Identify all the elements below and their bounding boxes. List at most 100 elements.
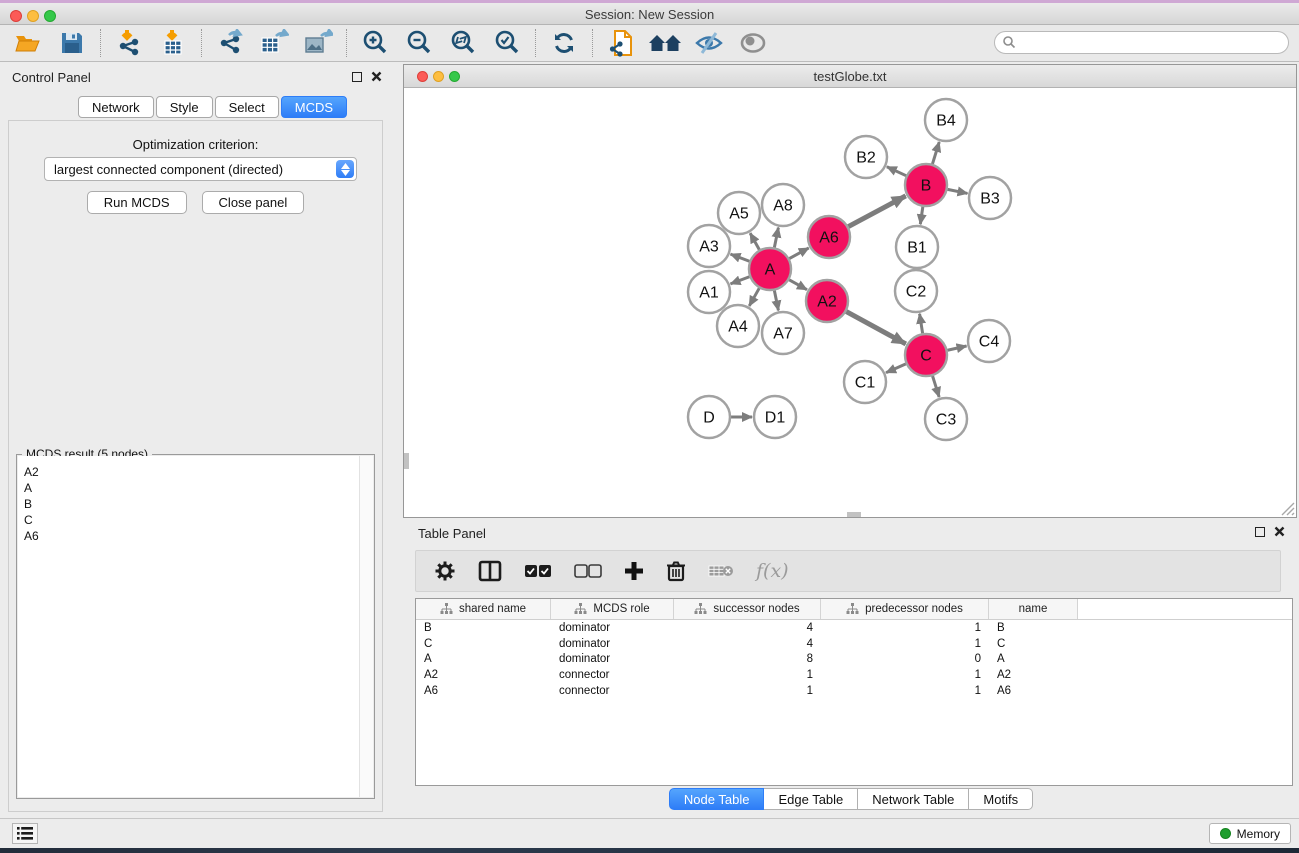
dropdown-stepper-icon[interactable] [336, 160, 354, 178]
cell-name[interactable]: A [989, 653, 1078, 665]
float-panel-icon[interactable] [352, 72, 362, 82]
open-session-icon[interactable] [10, 28, 46, 58]
cell-shared_name[interactable]: A [416, 653, 551, 665]
table-header-row[interactable]: shared nameMCDS rolesuccessor nodesprede… [416, 599, 1292, 620]
cell-name[interactable]: C [989, 638, 1078, 650]
cell-successor_nodes[interactable]: 1 [674, 669, 821, 681]
export-network-icon[interactable] [212, 28, 248, 58]
result-item[interactable]: A [24, 480, 359, 496]
save-session-icon[interactable] [54, 28, 90, 58]
float-table-panel-icon[interactable] [1255, 527, 1265, 537]
cell-mcds_role[interactable]: dominator [551, 638, 674, 650]
cell-name[interactable]: B [989, 622, 1078, 634]
memory-button[interactable]: Memory [1209, 823, 1291, 844]
cell-shared_name[interactable]: A6 [416, 685, 551, 697]
tab-mcds[interactable]: MCDS [281, 96, 347, 118]
function-builder-icon[interactable]: f(x) [756, 560, 789, 582]
cell-shared_name[interactable]: A2 [416, 669, 551, 681]
graph-edge[interactable] [932, 142, 939, 164]
graph-edge[interactable] [789, 280, 807, 290]
optimization-criterion-dropdown[interactable]: largest connected component (directed) [44, 157, 357, 181]
cell-predecessor_nodes[interactable]: 1 [821, 685, 989, 697]
select-all-icon[interactable] [524, 564, 552, 578]
cell-mcds_role[interactable]: connector [551, 685, 674, 697]
gear-icon[interactable] [434, 560, 456, 582]
resize-grip-icon[interactable] [1279, 500, 1295, 516]
hide-eye-icon[interactable] [691, 28, 727, 58]
result-item[interactable]: A6 [24, 528, 359, 544]
refresh-icon[interactable] [546, 28, 582, 58]
cell-name[interactable]: A6 [989, 685, 1078, 697]
graph-edge[interactable] [750, 233, 759, 250]
column-header-MCDS-role[interactable]: MCDS role [551, 599, 674, 619]
network-horizontal-scrollbar[interactable] [847, 512, 861, 517]
tab-network[interactable]: Network [78, 96, 154, 118]
close-panel-button[interactable]: Close panel [202, 191, 305, 214]
column-header-shared-name[interactable]: shared name [416, 599, 551, 619]
export-table-icon[interactable] [256, 28, 292, 58]
cell-successor_nodes[interactable]: 8 [674, 653, 821, 665]
tab-network-table[interactable]: Network Table [858, 788, 969, 810]
result-item[interactable]: C [24, 512, 359, 528]
graph-edge[interactable] [774, 291, 778, 311]
graph-edge[interactable] [887, 167, 906, 176]
tab-select[interactable]: Select [215, 96, 279, 118]
table-row[interactable]: A6connector11A6 [416, 683, 1292, 699]
graph-edge[interactable] [731, 254, 750, 261]
zoom-in-icon[interactable] [357, 28, 393, 58]
table-row[interactable]: Adominator80A [416, 652, 1292, 668]
task-history-button[interactable] [12, 823, 38, 844]
graph-edge[interactable] [920, 314, 923, 334]
tab-node-table[interactable]: Node Table [669, 788, 765, 810]
graph-edge[interactable] [886, 364, 906, 373]
network-canvas[interactable]: B4B2BB3A5A8A6A3B1AC2A1A2A4A7C4CC1DD1C3 [404, 88, 1296, 517]
network-vertical-scrollbar[interactable] [404, 453, 409, 469]
column-header-name[interactable]: name [989, 599, 1078, 619]
tab-motifs[interactable]: Motifs [969, 788, 1033, 810]
search-input[interactable] [994, 31, 1289, 54]
deselect-all-icon[interactable] [574, 564, 602, 578]
cell-mcds_role[interactable]: connector [551, 669, 674, 681]
cell-predecessor_nodes[interactable]: 1 [821, 638, 989, 650]
import-network-icon[interactable] [111, 28, 147, 58]
table-body[interactable]: Bdominator41BCdominator41CAdominator80AA… [416, 620, 1292, 699]
result-scrollbar[interactable] [359, 456, 373, 797]
network-overview-icon[interactable] [603, 28, 639, 58]
result-item[interactable]: B [24, 496, 359, 512]
graph-edge[interactable] [789, 248, 808, 259]
table-row[interactable]: Bdominator41B [416, 620, 1292, 636]
column-view-icon[interactable] [478, 560, 502, 582]
zoom-fit-icon[interactable] [445, 28, 481, 58]
zoom-selected-icon[interactable] [489, 28, 525, 58]
cell-mcds_role[interactable]: dominator [551, 653, 674, 665]
graph-edge[interactable] [749, 288, 759, 306]
import-table-icon[interactable] [155, 28, 191, 58]
node-table[interactable]: shared nameMCDS rolesuccessor nodesprede… [415, 598, 1293, 786]
column-header-predecessor-nodes[interactable]: predecessor nodes [821, 599, 989, 619]
graph-edge[interactable] [846, 312, 905, 344]
show-eye-icon[interactable] [735, 28, 771, 58]
graph-edge[interactable] [774, 228, 778, 248]
table-row[interactable]: Cdominator41C [416, 636, 1292, 652]
result-item[interactable]: A2 [24, 464, 359, 480]
graph-edge[interactable] [848, 196, 905, 227]
cell-successor_nodes[interactable]: 4 [674, 638, 821, 650]
cell-shared_name[interactable]: C [416, 638, 551, 650]
cell-predecessor_nodes[interactable]: 1 [821, 669, 989, 681]
cell-name[interactable]: A2 [989, 669, 1078, 681]
export-image-icon[interactable] [300, 28, 336, 58]
graph-edge[interactable] [920, 207, 923, 224]
delete-table-icon[interactable] [708, 563, 734, 579]
close-table-panel-icon[interactable] [1274, 526, 1285, 537]
cell-shared_name[interactable]: B [416, 622, 551, 634]
cell-successor_nodes[interactable]: 1 [674, 685, 821, 697]
cell-predecessor_nodes[interactable]: 0 [821, 653, 989, 665]
cell-predecessor_nodes[interactable]: 1 [821, 622, 989, 634]
network-window-titlebar[interactable]: testGlobe.txt [404, 65, 1296, 88]
add-column-icon[interactable] [624, 561, 644, 581]
graph-nodes[interactable]: B4B2BB3A5A8A6A3B1AC2A1A2A4A7C4CC1DD1C3 [688, 99, 1011, 440]
home-icon[interactable] [647, 28, 683, 58]
graph-edge[interactable] [947, 346, 966, 350]
cell-mcds_role[interactable]: dominator [551, 622, 674, 634]
zoom-out-icon[interactable] [401, 28, 437, 58]
